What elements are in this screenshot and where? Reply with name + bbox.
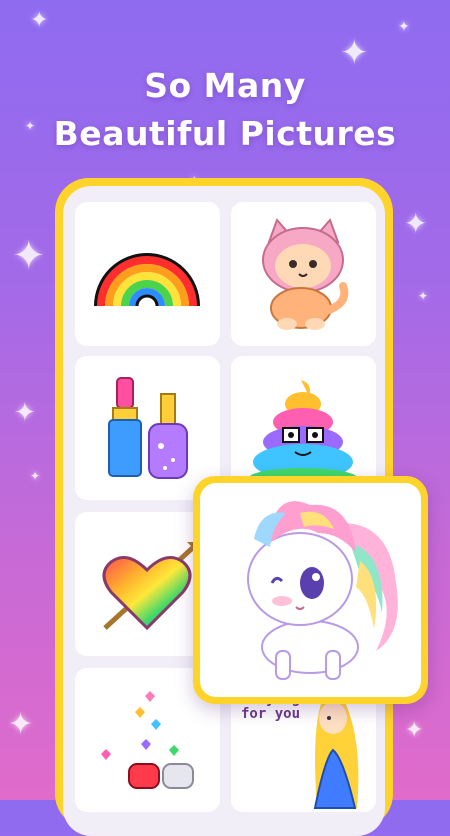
gallery-card-makeup[interactable] [75,356,220,500]
sparkle-icon: ✦ [30,8,49,33]
headline-line-2: Beautiful Pictures [53,114,397,153]
sparkle-icon: ✦ [12,233,46,279]
gallery-card-cat[interactable] [231,202,376,346]
lipstick-nailpolish-icon [108,377,188,479]
cat-hoodie-icon [262,218,349,330]
sparkle-icon: ✦ [418,289,429,303]
unicorn-pony-icon [247,501,398,680]
headline-line-1: So Many [144,66,306,105]
sparkle-icon: ✦ [405,718,424,743]
page-headline: So Many Beautiful Pictures [0,62,450,158]
sparkle-icon: ✦ [14,398,36,428]
gallery-card-rainbow[interactable] [75,202,220,346]
sparkle-icon: ✦ [30,469,41,483]
sparkle-icon: ✦ [8,707,34,742]
featured-picture [200,483,421,697]
featured-picture-card[interactable] [193,476,428,704]
rainbow-icon [94,253,200,307]
sparkle-icon: ✦ [404,207,428,240]
sparkle-icon: ✦ [398,19,410,35]
